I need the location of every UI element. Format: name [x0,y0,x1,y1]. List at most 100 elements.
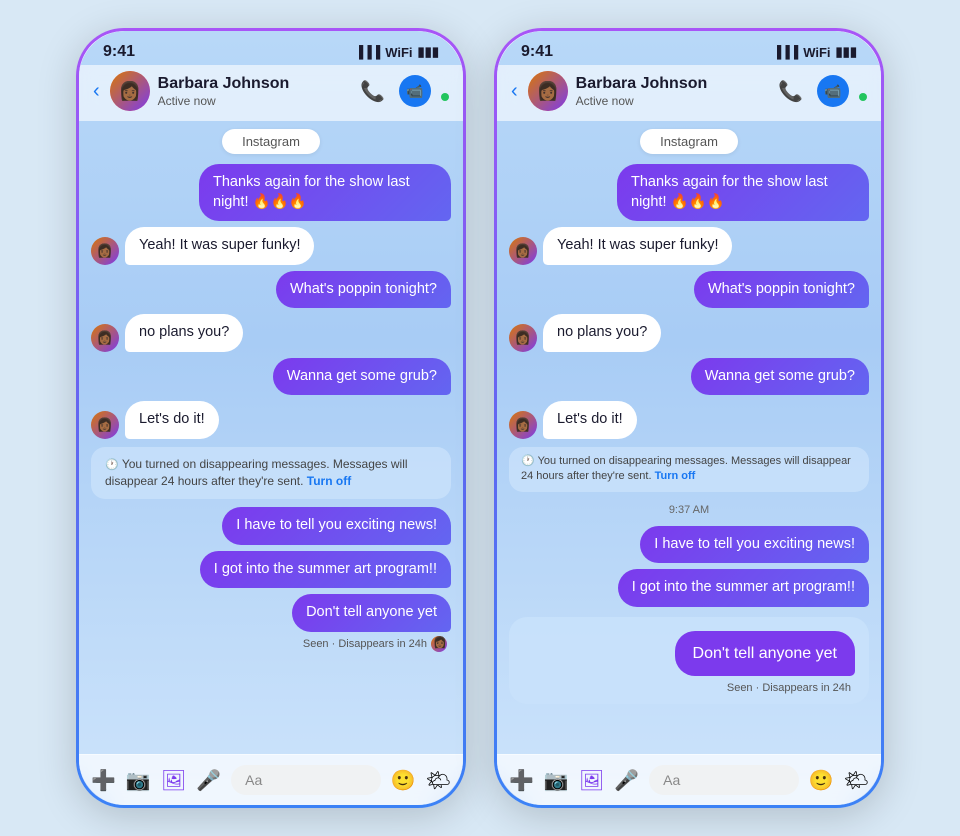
signal-icon: ▐▐▐ [773,45,799,59]
header-info-left: Barbara Johnson Active now [158,74,352,107]
bubble-sent: Don't tell anyone yet [292,594,451,632]
signal-icon: ▐▐▐ [355,45,381,59]
contact-status-left: Active now [158,94,352,108]
received-avatar: 👩🏾 [91,411,119,439]
battery-icon: ▮▮▮ [836,44,857,60]
header-actions-left: 📞 📹 [360,75,449,107]
received-avatar: 👩🏾 [509,411,537,439]
back-button-left[interactable]: ‹ [93,80,100,103]
bubble-sent: Thanks again for the show last night! 🔥🔥… [617,164,869,221]
contact-status-right: Active now [576,94,770,108]
active-dot-left [441,93,449,101]
message-input-left[interactable]: Aa [231,765,381,795]
time-right: 9:41 [521,43,553,61]
bubble-sent: I got into the summer art program!! [200,551,451,589]
video-button-right[interactable]: 📹 [817,75,849,107]
msg-row-highlighted: Don't tell anyone yet [523,631,855,677]
bubble-sent: I have to tell you exciting news! [222,507,451,545]
msg-row: I have to tell you exciting news! [91,507,451,545]
msg-row: 👩🏾 Yeah! It was super funky! [91,227,451,265]
turn-off-link-left[interactable]: Turn off [307,474,351,488]
instagram-label-right: Instagram [640,129,738,154]
highlighted-bubble-wrapper: Don't tell anyone yet Seen · Disappears … [509,617,869,705]
received-avatar: 👩🏾 [91,237,119,265]
msg-row: 👩🏾 no plans you? [509,314,869,352]
messages-area-right: Instagram Thanks again for the show last… [497,121,881,754]
status-icons-left: ▐▐▐ WiFi ▮▮▮ [355,44,439,60]
plus-icon-right[interactable]: ➕ [509,768,534,793]
phone-button-right[interactable]: 📞 [778,79,803,104]
wifi-icon: WiFi [803,45,830,60]
bubble-received: Yeah! It was super funky! [543,227,732,265]
received-avatar: 👩🏾 [509,237,537,265]
input-bar-right: ➕ 📷 🖼 🎤 Aa 🙂 🌤 [497,754,881,805]
msg-row: 👩🏾 Yeah! It was super funky! [509,227,869,265]
weather-icon-right[interactable]: 🌤 [844,768,869,793]
msg-row: 👩🏾 Let's do it! [509,401,869,439]
camera-icon-right[interactable]: 📷 [544,768,569,793]
time-left: 9:41 [103,43,135,61]
disappearing-notice-right: 🕐 You turned on disappearing messages. M… [509,447,869,492]
msg-row: 👩🏾 no plans you? [91,314,451,352]
bubble-received: no plans you? [125,314,243,352]
phone-button-left[interactable]: 📞 [360,79,385,104]
mic-icon-left[interactable]: 🎤 [196,768,221,793]
contact-name-right: Barbara Johnson [576,74,770,93]
camera-icon-left[interactable]: 📷 [126,768,151,793]
input-bar-left: ➕ 📷 🖼 🎤 Aa 🙂 🌤 [79,754,463,805]
chat-header-right: ‹ 👩🏾 Barbara Johnson Active now 📞 📹 [497,65,881,121]
status-icons-right: ▐▐▐ WiFi ▮▮▮ [773,44,857,60]
bubble-received: no plans you? [543,314,661,352]
status-bar-right: 9:41 ▐▐▐ WiFi ▮▮▮ [497,31,881,65]
seen-info-left: Seen · Disappears in 24h 👩🏾 [91,636,451,652]
header-info-right: Barbara Johnson Active now [576,74,770,107]
message-input-right[interactable]: Aa [649,765,799,795]
bubble-received: Let's do it! [543,401,637,439]
msg-row: Thanks again for the show last night! 🔥🔥… [91,164,451,221]
wifi-icon: WiFi [385,45,412,60]
timestamp-right: 9:37 AM [509,500,869,520]
bubble-sent: Thanks again for the show last night! 🔥🔥… [199,164,451,221]
msg-row: What's poppin tonight? [509,271,869,309]
msg-row: Don't tell anyone yet [91,594,451,632]
msg-row: 👩🏾 Let's do it! [91,401,451,439]
active-dot-right [859,93,867,101]
msg-row: I got into the summer art program!! [91,551,451,589]
right-phone: 9:41 ▐▐▐ WiFi ▮▮▮ ‹ 👩🏾 Barbara Johnson A… [494,28,884,808]
status-bar-left: 9:41 ▐▐▐ WiFi ▮▮▮ [79,31,463,65]
main-container: 9:41 ▐▐▐ WiFi ▮▮▮ ‹ 👩🏾 Barbara Johnson A… [56,8,904,828]
left-phone: 9:41 ▐▐▐ WiFi ▮▮▮ ‹ 👩🏾 Barbara Johnson A… [76,28,466,808]
bubble-sent: Wanna get some grub? [691,358,869,396]
messages-area-left: Instagram Thanks again for the show last… [79,121,463,754]
turn-off-link-right[interactable]: Turn off [655,470,696,482]
plus-icon-left[interactable]: ➕ [91,768,116,793]
back-button-right[interactable]: ‹ [511,80,518,103]
disappearing-notice-left: 🕐 You turned on disappearing messages. M… [91,447,451,499]
seen-info-right: Seen · Disappears in 24h [523,682,855,694]
bubble-sent: What's poppin tonight? [694,271,869,309]
battery-icon: ▮▮▮ [418,44,439,60]
msg-row: What's poppin tonight? [91,271,451,309]
msg-row: Wanna get some grub? [509,358,869,396]
video-button-left[interactable]: 📹 [399,75,431,107]
received-avatar: 👩🏾 [91,324,119,352]
avatar-right: 👩🏾 [528,71,568,111]
header-actions-right: 📞 📹 [778,75,867,107]
clock-icon: 🕐 [521,455,535,467]
bubble-received: Let's do it! [125,401,219,439]
msg-row: I got into the summer art program!! [509,569,869,607]
seen-avatar-left: 👩🏾 [431,636,447,652]
contact-name-left: Barbara Johnson [158,74,352,93]
emoji-icon-left[interactable]: 🙂 [391,768,416,793]
mic-icon-right[interactable]: 🎤 [614,768,639,793]
avatar-left: 👩🏾 [110,71,150,111]
bubble-sent: Wanna get some grub? [273,358,451,396]
emoji-icon-right[interactable]: 🙂 [809,768,834,793]
bubble-sent: I got into the summer art program!! [618,569,869,607]
gallery-icon-left[interactable]: 🖼 [161,768,186,793]
bubble-received: Yeah! It was super funky! [125,227,314,265]
instagram-label-left: Instagram [222,129,320,154]
weather-icon-left[interactable]: 🌤 [426,768,451,793]
bubble-sent: I have to tell you exciting news! [640,526,869,564]
gallery-icon-right[interactable]: 🖼 [579,768,604,793]
